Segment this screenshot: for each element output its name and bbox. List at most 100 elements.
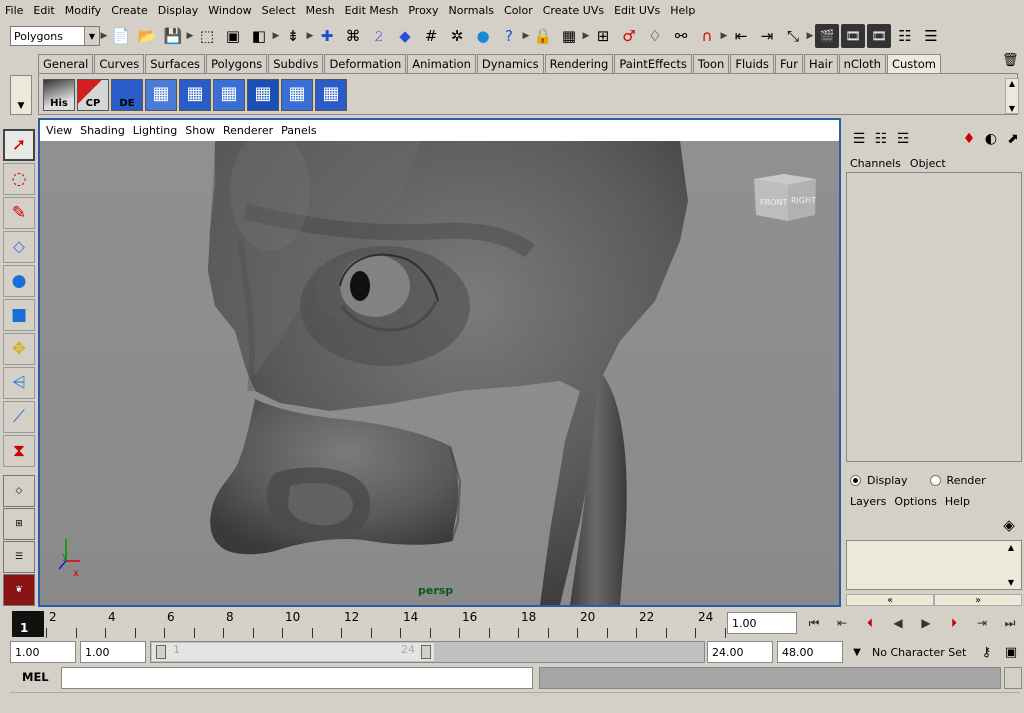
input-icon[interactable]: ⇤ bbox=[729, 24, 753, 48]
collapse-right-button[interactable]: » bbox=[934, 594, 1022, 606]
uv-shelf-button-5[interactable]: ▦ bbox=[281, 79, 313, 111]
attribute-editor-icon[interactable]: ♦ bbox=[958, 128, 980, 150]
select-by-object-icon[interactable]: ▣ bbox=[221, 24, 245, 48]
tab-fluids[interactable]: Fluids bbox=[730, 54, 774, 73]
snap-plane-icon[interactable]: 𝟸 bbox=[367, 24, 391, 48]
tab-general[interactable]: General bbox=[38, 54, 94, 73]
save-scene-icon[interactable]: 💾 bbox=[161, 24, 185, 48]
scroll-down-icon[interactable]: ▼ bbox=[1009, 104, 1015, 113]
lasso-tool-button[interactable]: ◌ bbox=[3, 163, 35, 195]
magnet-icon[interactable]: ∩ bbox=[695, 24, 719, 48]
menu-normals[interactable]: Normals bbox=[443, 0, 499, 21]
shelf-scrollbar[interactable]: ▲ ▼ bbox=[1005, 78, 1019, 114]
tab-hair[interactable]: Hair bbox=[803, 54, 838, 73]
collapse-left-button[interactable]: « bbox=[846, 594, 934, 606]
trash-icon[interactable]: 🗑 bbox=[1002, 53, 1019, 71]
separator-icon[interactable]: ▶ bbox=[186, 24, 194, 48]
select-by-component-icon[interactable]: ◧ bbox=[247, 24, 271, 48]
channel-box-layout-icon-2[interactable]: ☷ bbox=[870, 128, 892, 150]
current-frame-marker[interactable]: 1 bbox=[12, 611, 44, 637]
render-layer-radio[interactable]: Render bbox=[929, 474, 986, 487]
show-manipulator-tool-button[interactable]: ⟋ bbox=[3, 401, 35, 433]
outliner-layout-button[interactable]: ☰ bbox=[3, 541, 35, 573]
menu-color[interactable]: Color bbox=[499, 0, 538, 21]
tab-surfaces[interactable]: Surfaces bbox=[145, 54, 206, 73]
lock-icon[interactable]: 🔒 bbox=[531, 24, 555, 48]
separator-icon[interactable]: ▶ bbox=[582, 24, 590, 48]
start-time-field[interactable]: 1.00 bbox=[10, 641, 76, 663]
snap-curve-icon[interactable]: ✚ bbox=[315, 24, 339, 48]
range-start-handle[interactable] bbox=[156, 645, 166, 659]
separator-icon[interactable]: ▶ bbox=[272, 24, 280, 48]
script-editor-button[interactable] bbox=[1004, 667, 1022, 689]
go-to-start-icon[interactable]: ⏮ bbox=[800, 611, 828, 635]
mode-select[interactable]: Polygons ▼ bbox=[10, 26, 100, 46]
tab-subdivs[interactable]: Subdivs bbox=[268, 54, 324, 73]
scroll-up-icon[interactable]: ▲ bbox=[1009, 79, 1015, 88]
de-shelf-button[interactable]: DE bbox=[111, 79, 143, 111]
scroll-up-icon[interactable]: ▲ bbox=[1008, 543, 1014, 552]
range-end-handle[interactable] bbox=[421, 645, 431, 659]
tab-custom[interactable]: Custom bbox=[886, 54, 941, 73]
tab-dynamics[interactable]: Dynamics bbox=[476, 54, 544, 73]
go-to-end-icon[interactable]: ⏭ bbox=[996, 611, 1024, 635]
menu-edit[interactable]: Edit bbox=[28, 0, 59, 21]
step-back-frame-icon[interactable]: ⇤ bbox=[828, 611, 856, 635]
viewport-menu-renderer[interactable]: Renderer bbox=[223, 124, 273, 137]
viewport-menu-show[interactable]: Show bbox=[185, 124, 215, 137]
tab-ncloth[interactable]: nCloth bbox=[838, 54, 886, 73]
separator-icon[interactable]: ▶ bbox=[720, 24, 728, 48]
menu-create[interactable]: Create bbox=[106, 0, 153, 21]
select-highlight-icon[interactable]: ⤡ bbox=[781, 24, 805, 48]
universal-manipulator-button[interactable]: ✥ bbox=[3, 333, 35, 365]
menu-display[interactable]: Display bbox=[153, 0, 204, 21]
shelf-menu-button[interactable]: ▼ bbox=[10, 75, 32, 115]
layer-scrollbar[interactable]: ▲ ▼ bbox=[1004, 543, 1018, 587]
tab-toon[interactable]: Toon bbox=[692, 54, 730, 73]
step-forward-frame-icon[interactable]: ⇥ bbox=[968, 611, 996, 635]
output-icon[interactable]: ⇥ bbox=[755, 24, 779, 48]
channel-icon[interactable]: ♢ bbox=[643, 24, 667, 48]
uv-shelf-button-1[interactable]: ▦ bbox=[145, 79, 177, 111]
tab-curves[interactable]: Curves bbox=[94, 54, 145, 73]
end-time-field[interactable]: 48.00 bbox=[777, 641, 843, 663]
tab-fur[interactable]: Fur bbox=[774, 54, 803, 73]
rotate-tool-button[interactable]: ● bbox=[3, 265, 35, 297]
paint-select-tool-button[interactable]: ✎ bbox=[3, 197, 35, 229]
key-icon[interactable]: ⚷ bbox=[982, 645, 992, 660]
time-slider[interactable] bbox=[10, 608, 716, 638]
channel-box-layout-icon-3[interactable]: ☲ bbox=[892, 128, 914, 150]
tool-settings-icon[interactable]: ◐ bbox=[980, 128, 1002, 150]
separator-icon[interactable]: ▶ bbox=[522, 24, 530, 48]
snap-grid-icon[interactable]: ⇟ bbox=[281, 24, 305, 48]
four-pane-layout-button[interactable]: ⊞ bbox=[3, 508, 35, 540]
menu-file[interactable]: File bbox=[0, 0, 28, 21]
channel-box-menu-object[interactable]: Object bbox=[910, 157, 946, 170]
tab-animation[interactable]: Animation bbox=[407, 54, 476, 73]
cp-shelf-button[interactable]: CP bbox=[77, 79, 109, 111]
uv-shelf-button-3[interactable]: ▦ bbox=[213, 79, 245, 111]
current-time-field[interactable]: 1.00 bbox=[727, 612, 797, 634]
separator-icon[interactable]: ▶ bbox=[306, 24, 314, 48]
channel-box-area[interactable] bbox=[846, 172, 1022, 462]
tab-rendering[interactable]: Rendering bbox=[544, 54, 614, 73]
open-scene-icon[interactable]: 📂 bbox=[135, 24, 159, 48]
perspective-scene[interactable]: FRONT RIGHT y x persp bbox=[40, 131, 839, 605]
soft-modification-button[interactable]: ⩤ bbox=[3, 367, 35, 399]
menu-create-uvs[interactable]: Create UVs bbox=[538, 0, 609, 21]
display-layer-radio[interactable]: Display bbox=[850, 474, 908, 487]
viewport-menu-shading[interactable]: Shading bbox=[80, 124, 125, 137]
show-hide-icon[interactable]: ☰ bbox=[919, 24, 943, 48]
single-pane-layout-button[interactable]: ◇ bbox=[3, 475, 35, 507]
snap-point-icon[interactable]: ⌘ bbox=[341, 24, 365, 48]
render-globals-icon[interactable]: ☷ bbox=[893, 24, 917, 48]
play-forwards-icon[interactable]: ▶ bbox=[912, 611, 940, 635]
menu-proxy[interactable]: Proxy bbox=[403, 0, 443, 21]
last-tool-button[interactable]: ⧗ bbox=[3, 435, 35, 467]
viewport-menu-view[interactable]: View bbox=[46, 124, 72, 137]
render-settings-icon[interactable]: ? bbox=[497, 24, 521, 48]
render-icon[interactable]: ✲ bbox=[445, 24, 469, 48]
show-manipulator-icon[interactable]: ▦ bbox=[557, 24, 581, 48]
separator-icon[interactable]: ▶ bbox=[100, 24, 108, 48]
tab-polygons[interactable]: Polygons bbox=[206, 54, 268, 73]
